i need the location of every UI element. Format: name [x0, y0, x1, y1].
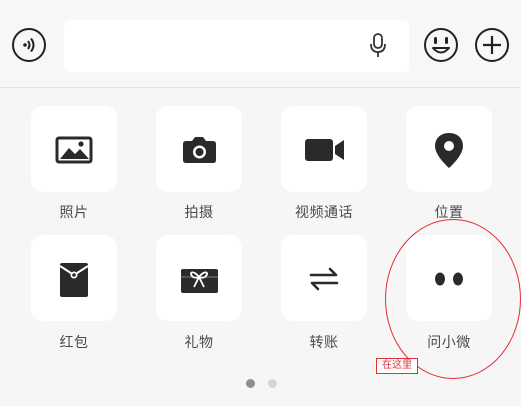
two-dots-icon [435, 272, 463, 286]
red-envelope-label: 红包 [59, 335, 89, 351]
photo-button[interactable] [31, 106, 117, 192]
ask-xiaowei-button[interactable] [406, 235, 492, 321]
transfer-button[interactable] [281, 235, 367, 321]
emoji-icon[interactable] [423, 27, 459, 63]
function-panel: 照片 拍摄 视频通话 位置 红包 礼物 转账 问小微 [0, 89, 521, 406]
camera-icon [183, 137, 216, 163]
video-call-button[interactable] [281, 106, 367, 192]
transfer-label: 转账 [309, 335, 339, 351]
camera-button[interactable] [156, 106, 242, 192]
gift-button[interactable] [156, 235, 242, 321]
video-camera-icon [305, 139, 344, 161]
photo-label: 照片 [59, 205, 89, 221]
page-dot-active[interactable] [246, 379, 255, 388]
plus-icon[interactable] [474, 27, 510, 63]
transfer-arrows-icon [309, 267, 339, 291]
input-bar [0, 0, 521, 88]
camera-label: 拍摄 [184, 205, 214, 221]
ask-xiaowei-label: 问小微 [427, 335, 471, 351]
image-icon [55, 136, 93, 164]
page-dot-inactive[interactable] [268, 379, 277, 388]
video-call-label: 视频通话 [295, 205, 353, 221]
microphone-icon[interactable] [368, 32, 388, 60]
annotation-label: 在这里 [376, 358, 418, 374]
red-envelope-button[interactable] [31, 235, 117, 321]
gift-label: 礼物 [184, 335, 214, 351]
location-button[interactable] [406, 106, 492, 192]
location-label: 位置 [434, 205, 464, 221]
voice-input-icon[interactable] [12, 28, 46, 62]
message-input[interactable] [64, 20, 409, 72]
gift-icon [181, 269, 218, 293]
location-pin-icon [435, 133, 463, 168]
red-envelope-icon [59, 263, 89, 297]
